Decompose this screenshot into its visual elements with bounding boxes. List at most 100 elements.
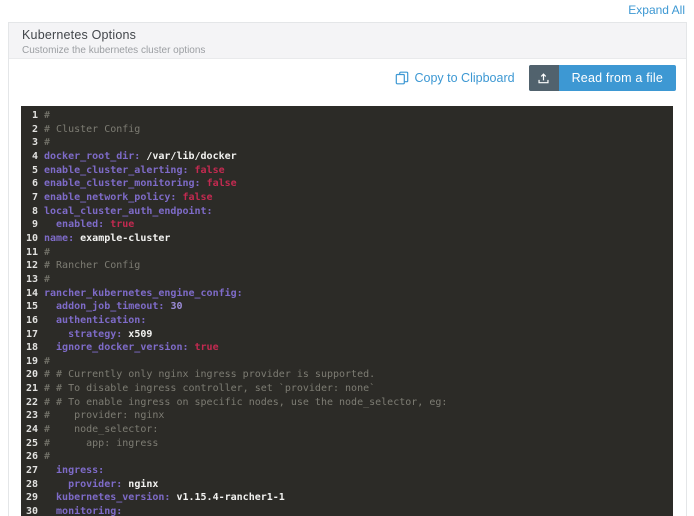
line-number: 3 [31,137,38,149]
editor-line: 2 # Cluster Config [21,123,673,137]
line-content: # provider: nginx [44,410,165,422]
editor-line: 7 enable_network_policy: false [21,191,673,205]
line-number: 29 [25,492,38,504]
line-number: 25 [25,437,38,449]
line-number: 14 [25,287,38,299]
read-from-file-label: Read from a file [571,71,663,85]
line-content: # [44,273,51,285]
line-number: 7 [31,191,38,203]
editor-line: 18 ignore_docker_version: true [21,341,673,355]
editor-toolbar: Copy to Clipboard Read from a file [395,65,676,91]
line-number: 1 [31,110,38,121]
line-number: 2 [31,123,38,135]
line-number: 16 [25,314,38,326]
editor-line: 26 # [21,450,673,464]
line-number: 11 [25,246,38,258]
line-content: enable_network_policy: false [44,191,213,203]
editor-line: 22 # # To enable ingress on specific node… [21,396,673,410]
line-content: # app: ingress [44,437,159,449]
editor-line: 4 docker_root_dir: /var/lib/docker [21,150,673,164]
editor-line: 19 # [21,355,673,369]
editor-line: 15 addon_job_timeout: 30 [21,300,673,314]
line-number: 30 [25,506,38,516]
line-content: enable_cluster_monitoring: false [44,178,237,190]
kubernetes-options-panel: Kubernetes Options Customize the kuberne… [8,22,687,516]
line-number: 6 [31,178,38,190]
editor-line: 12 # Rancher Config [21,259,673,273]
line-number: 12 [25,260,38,272]
line-content: # # Currently only nginx ingress provide… [44,369,376,381]
line-number: 23 [25,410,38,422]
editor-line: 6 enable_cluster_monitoring: false [21,177,673,191]
line-number: 28 [25,478,38,490]
line-number: 17 [25,328,38,340]
copy-to-clipboard-label: Copy to Clipboard [414,71,515,85]
line-content: # node_selector: [44,424,159,436]
line-content: # [44,451,51,463]
line-content: monitoring: [44,506,123,516]
line-content: # [44,110,51,121]
line-content: local_cluster_auth_endpoint: [44,205,213,217]
editor-line: 17 strategy: x509 [21,328,673,342]
editor-line: 1 # [21,109,673,123]
line-content: enable_cluster_alerting: false [44,164,225,176]
line-content: ignore_docker_version: true [44,342,219,354]
line-content: # [44,246,51,258]
copy-icon [395,71,408,85]
upload-icon [528,65,559,91]
line-content: addon_job_timeout: 30 [44,301,183,313]
section-header: Kubernetes Options Customize the kuberne… [9,23,686,59]
line-number: 15 [25,301,38,313]
line-content: # [44,137,51,149]
line-content: # Cluster Config [44,123,141,135]
line-number: 9 [31,219,38,231]
yaml-editor-lines: 1 #2 # Cluster Config 3 #4 docker_root_dir: /… [21,109,673,516]
line-number: 10 [25,232,38,244]
line-content: # Rancher Config [44,260,141,272]
line-content: authentication: [44,314,147,326]
yaml-editor[interactable]: 1 #2 # Cluster Config 3 #4 docker_root_dir: /… [21,106,673,516]
line-content: rancher_kubernetes_engine_config: [44,287,243,299]
section-subtitle: Customize the kubernetes cluster options [22,45,206,56]
copy-to-clipboard-button[interactable]: Copy to Clipboard [395,71,515,85]
read-from-file-button[interactable]: Read from a file [528,65,676,91]
editor-line: 21 # # To disable ingress controller, set… [21,382,673,396]
editor-line: 27 ingress: [21,464,673,478]
line-number: 20 [25,369,38,381]
editor-line: 25 # app: ingress [21,437,673,451]
line-number: 13 [25,273,38,285]
editor-line: 29 kubernetes_version: v1.15.4-rancher1-… [21,491,673,505]
line-content: provider: nginx [44,478,159,490]
line-number: 19 [25,355,38,367]
line-content: docker_root_dir: /var/lib/docker [44,150,237,162]
line-number: 4 [31,150,38,162]
editor-line: 8 local_cluster_auth_endpoint: [21,205,673,219]
line-content: name: example-cluster [44,232,171,244]
editor-line: 14 rancher_kubernetes_engine_config: [21,287,673,301]
line-content: enabled: true [44,219,135,231]
line-number: 26 [25,451,38,463]
section-title: Kubernetes Options [22,28,137,42]
editor-line: 16 authentication: [21,314,673,328]
editor-line: 28 provider: nginx [21,478,673,492]
line-content: kubernetes_version: v1.15.4-rancher1-1 [44,492,285,504]
editor-line: 24 # node_selector: [21,423,673,437]
editor-line: 5 enable_cluster_alerting: false [21,164,673,178]
line-content: ingress: [44,465,105,477]
line-number: 24 [25,424,38,436]
editor-line: 13 # [21,273,673,287]
editor-line: 3 # [21,136,673,150]
line-content: # # To disable ingress controller, set `… [44,383,376,395]
line-number: 22 [25,396,38,408]
line-number: 8 [31,205,38,217]
line-content: # [44,355,51,367]
editor-line: 11 # [21,246,673,260]
editor-line: 10 name: example-cluster [21,232,673,246]
line-number: 27 [25,465,38,477]
editor-line: 30 monitoring: [21,505,673,516]
expand-all-link[interactable]: Expand All [628,3,685,17]
line-content: # # To enable ingress on specific nodes,… [44,396,448,408]
line-number: 18 [25,342,38,354]
line-number: 21 [25,383,38,395]
line-content: strategy: x509 [44,328,153,340]
